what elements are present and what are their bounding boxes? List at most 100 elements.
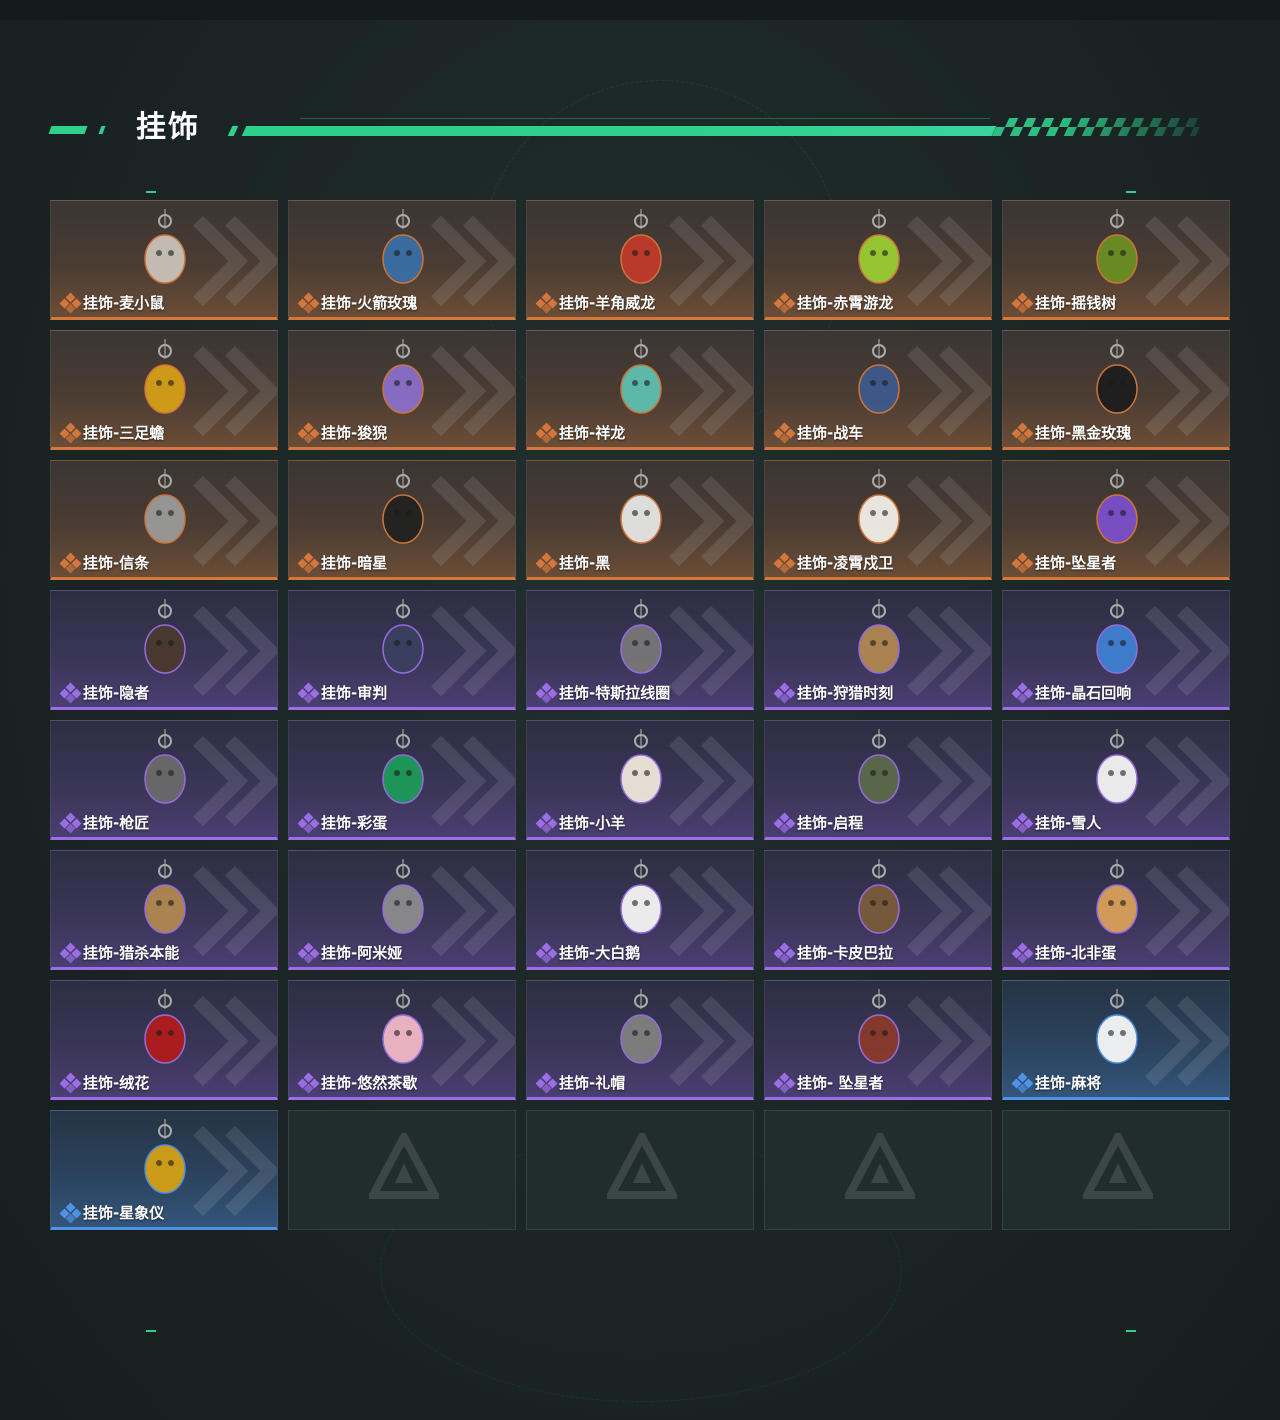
black-tag-charm-icon <box>601 467 681 551</box>
rarity-diamond-icon <box>535 552 558 574</box>
charm-card[interactable]: 挂饰-大白鹅 <box>526 850 754 970</box>
charm-card[interactable]: 挂饰-坠星者 <box>1002 460 1230 580</box>
mahjong-charm-icon <box>1077 987 1157 1071</box>
charm-card[interactable]: 挂饰-狻猊 <box>288 330 516 450</box>
rarity-diamond-icon <box>297 682 320 704</box>
empty-slot-logo-icon <box>607 1133 677 1199</box>
charm-card[interactable]: 挂饰-阿米娅 <box>288 850 516 970</box>
charm-card[interactable]: 挂饰-雪人 <box>1002 720 1230 840</box>
charm-card[interactable]: 挂饰-卡皮巴拉 <box>764 850 992 970</box>
charm-name: 挂饰-北非蛋 <box>1035 944 1117 962</box>
charm-label: 挂饰-隐者 <box>59 682 149 704</box>
money-tree-charm-icon <box>1077 207 1157 291</box>
snowman-charm-icon <box>1077 727 1157 811</box>
charm-card[interactable]: 挂饰-祥龙 <box>526 330 754 450</box>
charm-name: 挂饰-审判 <box>321 684 388 702</box>
charm-label: 挂饰-赤霄游龙 <box>773 292 893 314</box>
rarity-diamond-icon <box>773 682 796 704</box>
charm-label: 挂饰-坠星者 <box>1011 552 1116 574</box>
rarity-diamond-icon <box>297 812 320 834</box>
astrolabe-charm-icon <box>125 1117 205 1201</box>
charm-name: 挂饰-黑金玫瑰 <box>1035 424 1132 442</box>
charm-card[interactable]: 挂饰-启程 <box>764 720 992 840</box>
charm-card[interactable]: 挂饰-凌霄戍卫 <box>764 460 992 580</box>
rarity-diamond-icon <box>297 422 320 444</box>
header-thin-line <box>300 118 990 119</box>
mouse-charm-icon <box>125 207 205 291</box>
charm-card[interactable]: 挂饰-黑 <box>526 460 754 580</box>
gunsmith-charm-icon <box>125 727 205 811</box>
charm-card[interactable]: 挂饰-狩猎时刻 <box>764 590 992 710</box>
charm-card[interactable]: 挂饰-审判 <box>288 590 516 710</box>
header-progress-bar <box>241 126 997 136</box>
charm-name: 挂饰-麦小鼠 <box>83 294 165 312</box>
charm-label: 挂饰-晶石回响 <box>1011 682 1131 704</box>
rarity-diamond-icon <box>1011 422 1034 444</box>
departure-charm-icon <box>839 727 919 811</box>
rarity-diamond-icon <box>535 422 558 444</box>
charm-card[interactable]: 挂饰-枪匠 <box>50 720 278 840</box>
charm-card[interactable]: 挂饰-黑金玫瑰 <box>1002 330 1230 450</box>
charm-name: 挂饰-暗星 <box>321 554 388 572</box>
charm-name: 挂饰-狻猊 <box>321 424 388 442</box>
charm-card[interactable]: 挂饰-小羊 <box>526 720 754 840</box>
rarity-diamond-icon <box>1011 812 1034 834</box>
charm-card[interactable]: 挂饰-绒花 <box>50 980 278 1100</box>
charm-card[interactable]: 挂饰-麦小鼠 <box>50 200 278 320</box>
charm-name: 挂饰-三足蟾 <box>83 424 165 442</box>
charm-card[interactable]: 挂饰-战车 <box>764 330 992 450</box>
charm-label: 挂饰-麦小鼠 <box>59 292 165 314</box>
empty-slot <box>764 1110 992 1230</box>
charm-card[interactable]: 挂饰-三足蟾 <box>50 330 278 450</box>
charm-card[interactable]: 挂饰-赤霄游龙 <box>764 200 992 320</box>
charm-card[interactable]: 挂饰-猎杀本能 <box>50 850 278 970</box>
charm-label: 挂饰-祥龙 <box>535 422 625 444</box>
rarity-diamond-icon <box>297 552 320 574</box>
triangle-badge-charm-icon <box>839 987 919 1071</box>
charm-name: 挂饰-凌霄戍卫 <box>797 554 894 572</box>
rarity-diamond-icon <box>59 292 82 314</box>
rarity-diamond-icon <box>535 1072 558 1094</box>
crystal-echo-charm-icon <box>1077 597 1157 681</box>
creed-charm-icon <box>125 467 205 551</box>
rarity-diamond-icon <box>773 292 796 314</box>
moose-antler-charm-icon <box>125 857 205 941</box>
charm-card[interactable]: 挂饰-摇钱树 <box>1002 200 1230 320</box>
charm-label: 挂饰-狻猊 <box>297 422 388 444</box>
charm-card[interactable]: 挂饰-晶石回响 <box>1002 590 1230 710</box>
charm-card[interactable]: 挂饰-礼帽 <box>526 980 754 1100</box>
rarity-diamond-icon <box>1011 552 1034 574</box>
charm-card[interactable]: 挂饰-羊角威龙 <box>526 200 754 320</box>
charm-card[interactable]: 挂饰-彩蛋 <box>288 720 516 840</box>
charm-label: 挂饰-摇钱树 <box>1011 292 1116 314</box>
fedora-charm-icon <box>601 987 681 1071</box>
charm-card[interactable]: 挂饰-北非蛋 <box>1002 850 1230 970</box>
charm-name: 挂饰-阿米娅 <box>321 944 403 962</box>
charm-label: 挂饰-阿米娅 <box>297 942 403 964</box>
rarity-diamond-icon <box>773 942 796 964</box>
charm-label: 挂饰-彩蛋 <box>297 812 387 834</box>
charm-label: 挂饰-审判 <box>297 682 388 704</box>
charm-card[interactable]: 挂饰-麻将 <box>1002 980 1230 1100</box>
charm-name: 挂饰-信条 <box>83 554 150 572</box>
charm-card[interactable]: 挂饰-隐者 <box>50 590 278 710</box>
easter-egg-charm-icon <box>363 727 443 811</box>
charm-card[interactable]: 挂饰-信条 <box>50 460 278 580</box>
charm-card[interactable]: 挂饰-星象仪 <box>50 1110 278 1230</box>
top-strip <box>0 0 1280 20</box>
charm-card[interactable]: 挂饰-火箭玫瑰 <box>288 200 516 320</box>
goose-charm-icon <box>601 857 681 941</box>
charm-card[interactable]: 挂饰-悠然茶歇 <box>288 980 516 1100</box>
rarity-diamond-icon <box>297 1072 320 1094</box>
empty-slot <box>526 1110 754 1230</box>
charm-card[interactable]: 挂饰-暗星 <box>288 460 516 580</box>
charm-name: 挂饰-小羊 <box>559 814 626 832</box>
chariot-card-charm-icon <box>839 337 919 421</box>
charm-card[interactable]: 挂饰-特斯拉线圈 <box>526 590 754 710</box>
tesla-coil-charm-icon <box>601 597 681 681</box>
charm-name: 挂饰-麻将 <box>1035 1074 1102 1092</box>
charm-name: 挂饰-悠然茶歇 <box>321 1074 418 1092</box>
capybara-charm-icon <box>839 857 919 941</box>
charm-label: 挂饰-启程 <box>773 812 863 834</box>
charm-card[interactable]: 挂饰- 坠星者 <box>764 980 992 1100</box>
